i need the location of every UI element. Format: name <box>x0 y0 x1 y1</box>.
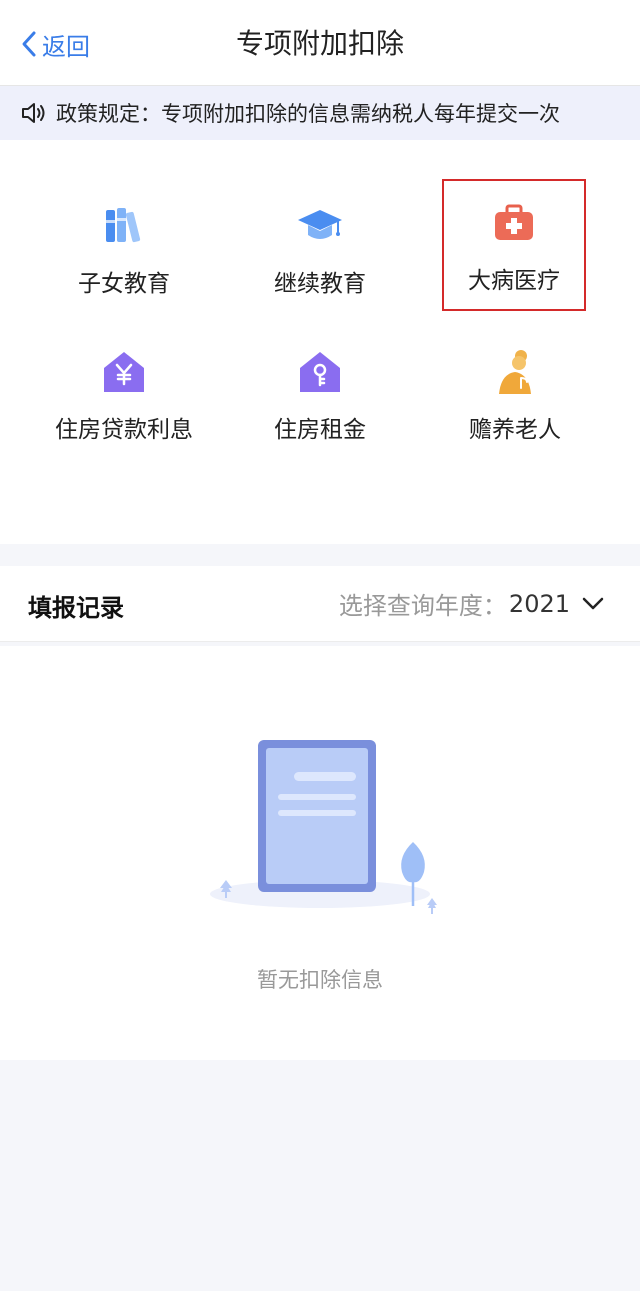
category-housing-rent[interactable]: 住房租金 <box>225 330 415 450</box>
house-yen-icon <box>104 352 144 392</box>
chevron-down-icon <box>582 597 604 609</box>
deduction-category-grid: 子女教育 继续教育 大病医疗 住房贷款利息 住房租金 赡养老人 <box>0 140 640 544</box>
records-header: 填报记录 选择查询年度： 2021 <box>0 566 640 642</box>
records-title: 填报记录 <box>28 594 124 622</box>
category-housing-loan-interest[interactable]: 住房贷款利息 <box>29 330 219 450</box>
category-elderly-support[interactable]: 赡养老人 <box>420 330 610 450</box>
year-selector[interactable]: 选择查询年度： 2021 <box>339 586 604 621</box>
category-child-education[interactable]: 子女教育 <box>29 184 219 304</box>
year-selector-label: 选择查询年度： <box>338 592 507 620</box>
empty-state-text: 暂无扣除信息 <box>257 968 383 992</box>
house-key-icon <box>300 352 340 392</box>
policy-notice: 政策规定：专项附加扣除的信息需纳税人每年提交一次 <box>0 86 640 140</box>
year-selector-value: 2021 <box>508 589 570 618</box>
books-icon <box>106 208 141 243</box>
empty-document-illustration <box>210 740 437 914</box>
category-continuing-education[interactable]: 继续教育 <box>225 184 415 304</box>
category-label: 子女教育 <box>78 271 170 297</box>
category-label: 大病医疗 <box>468 268 560 294</box>
category-label: 住房贷款利息 <box>55 417 193 443</box>
elderly-person-icon <box>499 350 531 394</box>
records-empty-state: 暂无扣除信息 <box>0 646 640 1060</box>
nav-bar: 返回 专项附加扣除 <box>0 0 640 86</box>
notice-text: 政策规定：专项附加扣除的信息需纳税人每年提交一次 <box>56 102 560 126</box>
speaker-icon <box>22 103 45 123</box>
page-title: 专项附加扣除 <box>235 27 404 60</box>
graduation-cap-icon <box>298 210 342 239</box>
category-serious-illness-medical[interactable]: 大病医疗 <box>442 179 586 311</box>
medical-kit-icon <box>495 204 533 240</box>
category-label: 赡养老人 <box>469 417 561 443</box>
category-label: 继续教育 <box>274 271 366 297</box>
category-label: 住房租金 <box>274 417 366 443</box>
